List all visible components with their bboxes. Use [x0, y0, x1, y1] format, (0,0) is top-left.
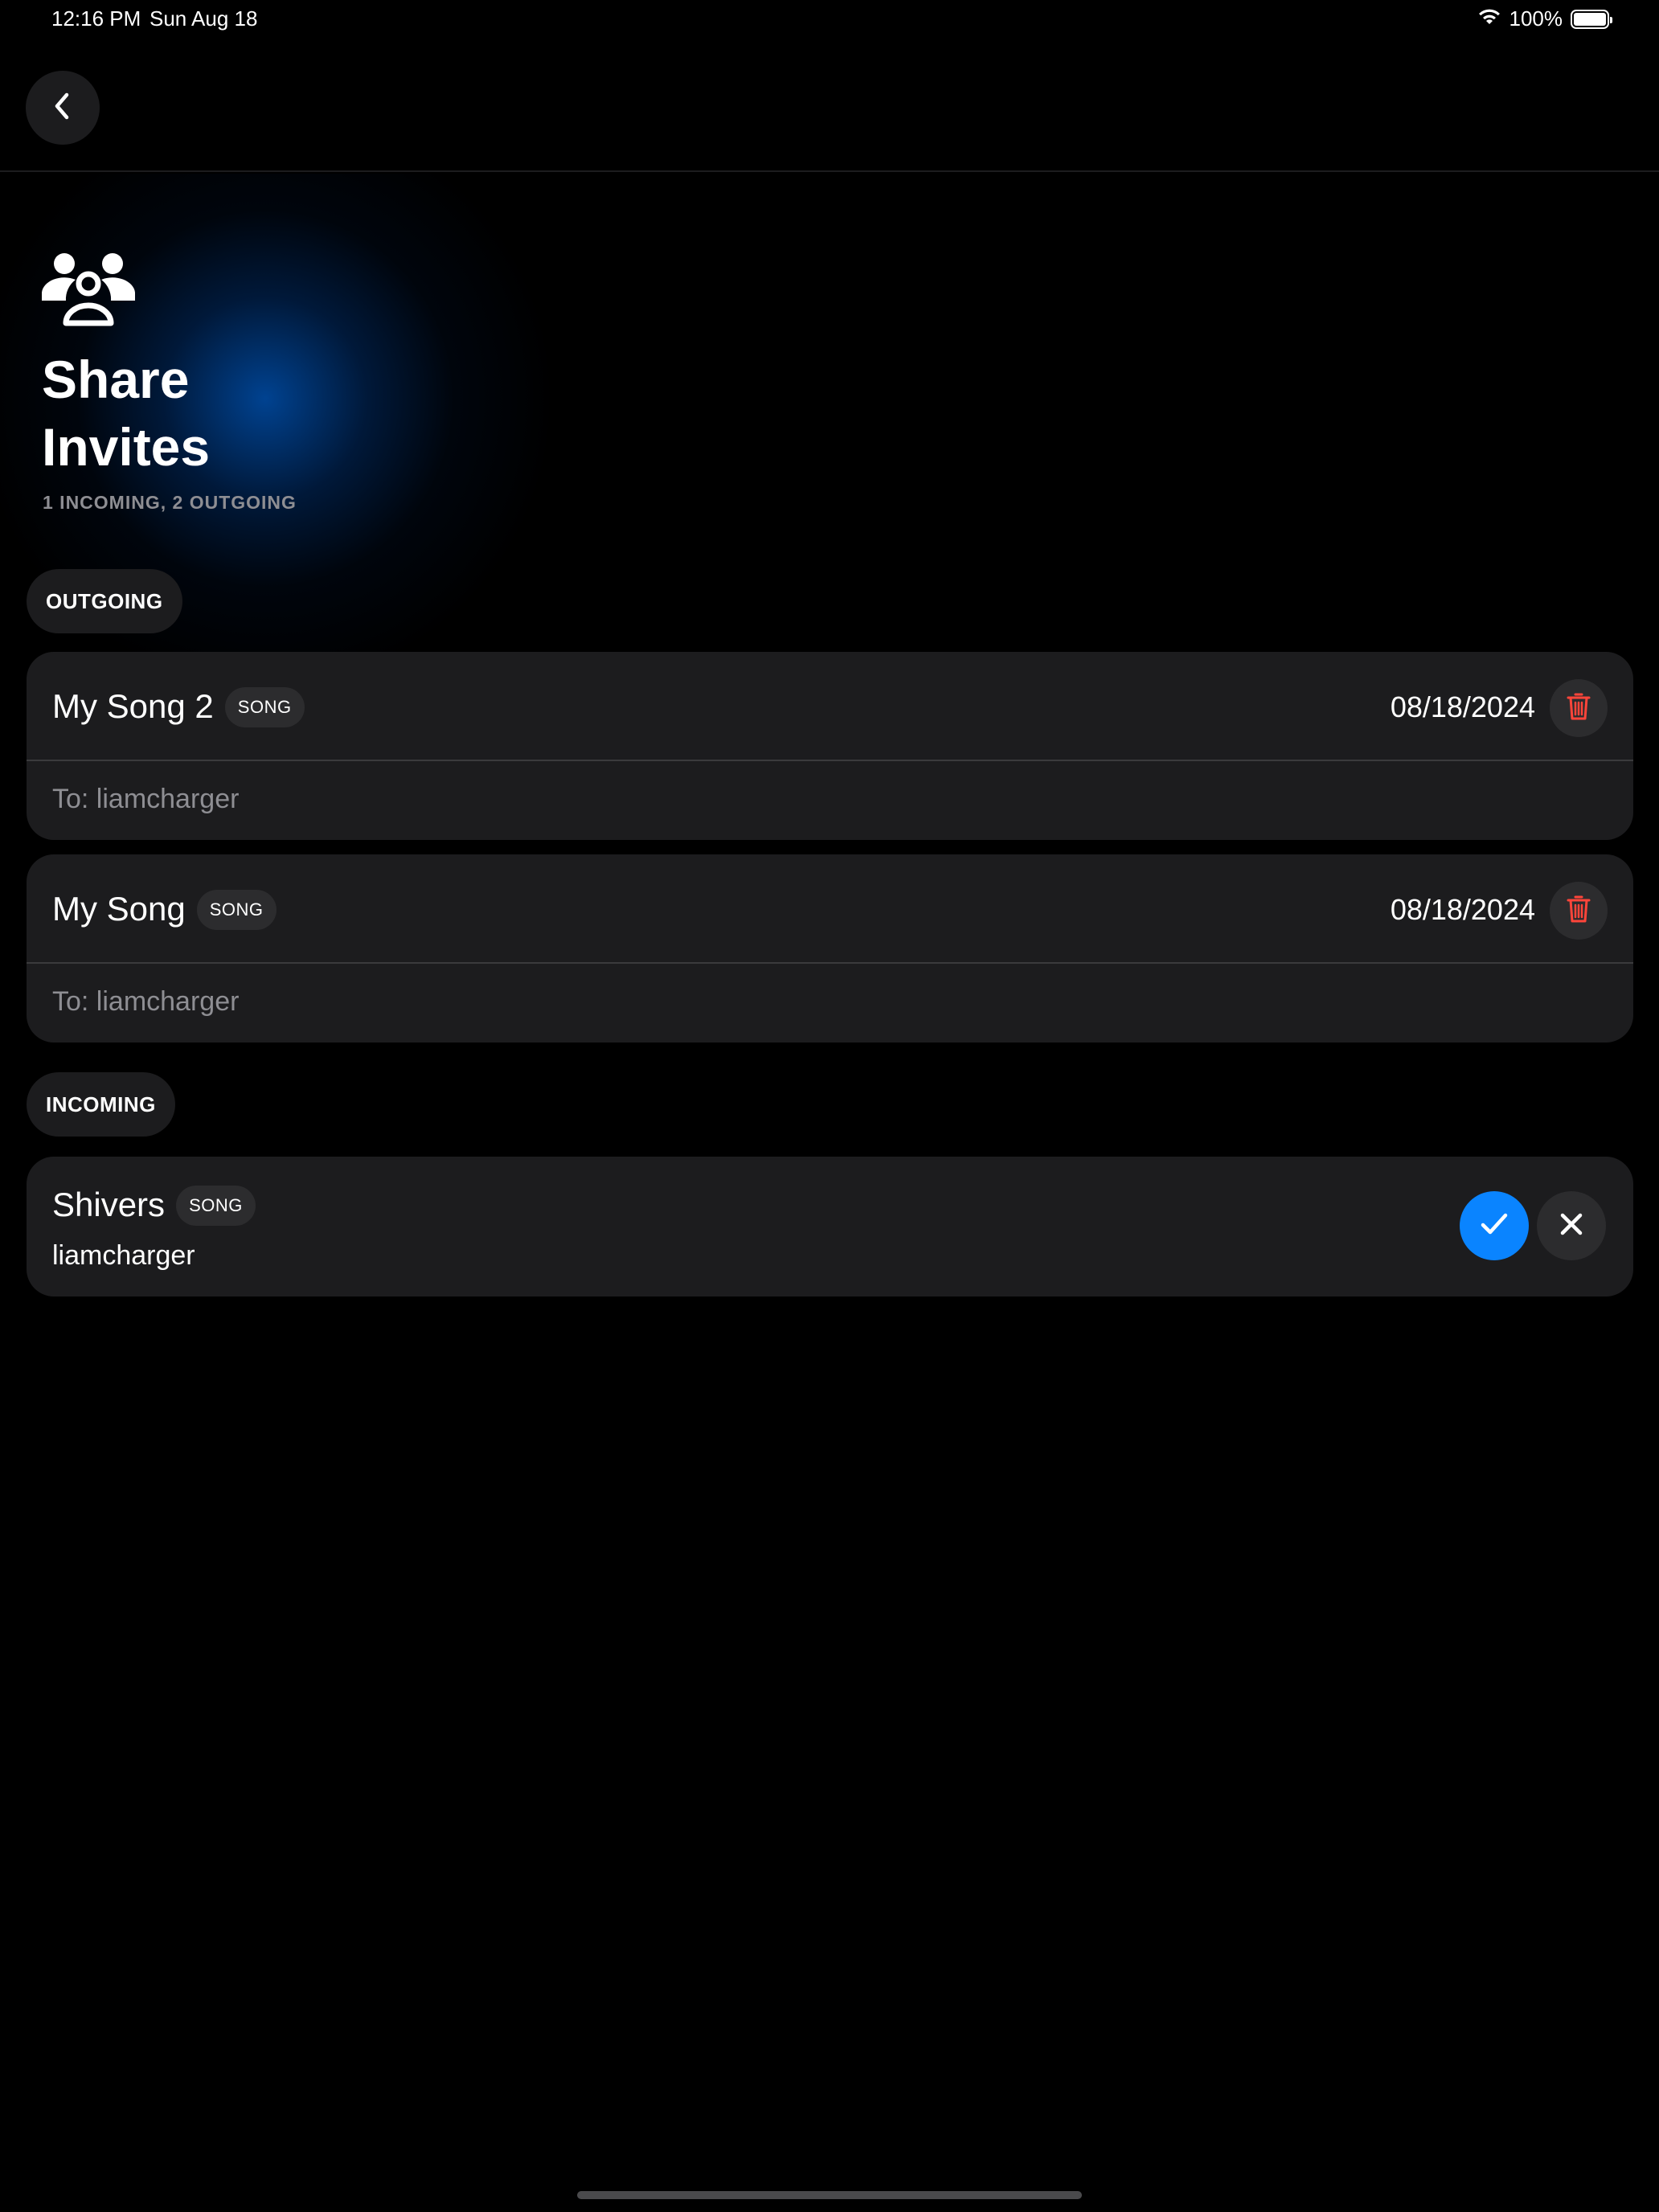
page-title: Share Invites — [42, 350, 211, 477]
incoming-invite-card[interactable]: Shivers SONG liamcharger — [27, 1157, 1633, 1296]
accept-invite-button[interactable] — [1460, 1191, 1529, 1260]
card-footer: To: liamcharger — [27, 964, 1633, 1043]
invite-date: 08/18/2024 — [1390, 893, 1535, 926]
invite-title-text: Shivers — [52, 1186, 166, 1223]
back-button[interactable] — [26, 71, 100, 145]
trash-icon — [1567, 895, 1591, 928]
home-indicator[interactable] — [577, 2191, 1082, 2199]
section-label: INCOMING — [46, 1092, 156, 1116]
invite-recipient: To: liamcharger — [52, 986, 240, 1017]
type-badge: SONG — [224, 687, 305, 727]
outgoing-invite-card[interactable]: My Song SONG 08/18/2024 To: liamcharger — [27, 854, 1633, 1043]
invite-recipient: To: liamcharger — [52, 784, 240, 814]
battery-icon — [1571, 9, 1612, 29]
checkmark-icon — [1480, 1212, 1509, 1240]
status-time: 12:16 PM — [51, 6, 141, 31]
delete-invite-button[interactable] — [1550, 882, 1608, 940]
type-badge: SONG — [176, 1186, 256, 1226]
close-icon — [1559, 1212, 1583, 1240]
status-right: 100% — [1477, 6, 1612, 31]
invite-title: Shivers SONG — [52, 1186, 256, 1226]
invite-title: My Song 2 SONG — [52, 687, 305, 727]
nav-bar — [0, 39, 1659, 172]
trash-icon — [1567, 692, 1591, 725]
delete-invite-button[interactable] — [1550, 679, 1608, 737]
card-header: My Song SONG 08/18/2024 — [27, 854, 1633, 964]
wifi-icon — [1477, 6, 1501, 31]
chevron-left-icon — [51, 92, 75, 125]
outgoing-invite-card[interactable]: My Song 2 SONG 08/18/2024 To: liamcharger — [27, 652, 1633, 840]
invite-sender: liamcharger — [52, 1240, 195, 1271]
decline-invite-button[interactable] — [1537, 1191, 1606, 1260]
invite-title-text: My Song — [52, 890, 186, 928]
invite-title-text: My Song 2 — [52, 687, 214, 725]
card-header: My Song 2 SONG 08/18/2024 — [27, 652, 1633, 761]
section-label: OUTGOING — [46, 588, 163, 613]
card-footer: To: liamcharger — [27, 761, 1633, 840]
type-badge: SONG — [196, 890, 276, 930]
status-date: Sun Aug 18 — [150, 6, 258, 31]
battery-fill — [1574, 12, 1606, 26]
section-header-incoming: INCOMING — [27, 1072, 175, 1137]
people-group-icon — [42, 251, 135, 330]
section-header-outgoing: OUTGOING — [27, 569, 182, 633]
screen: 12:16 PM Sun Aug 18 100% Share Invites 1… — [0, 0, 1659, 2212]
status-bar: 12:16 PM Sun Aug 18 100% — [0, 0, 1659, 39]
invite-title: My Song SONG — [52, 890, 276, 930]
invite-date: 08/18/2024 — [1390, 690, 1535, 723]
battery-percent: 100% — [1509, 6, 1563, 31]
page-subtitle: 1 INCOMING, 2 OUTGOING — [43, 492, 297, 513]
